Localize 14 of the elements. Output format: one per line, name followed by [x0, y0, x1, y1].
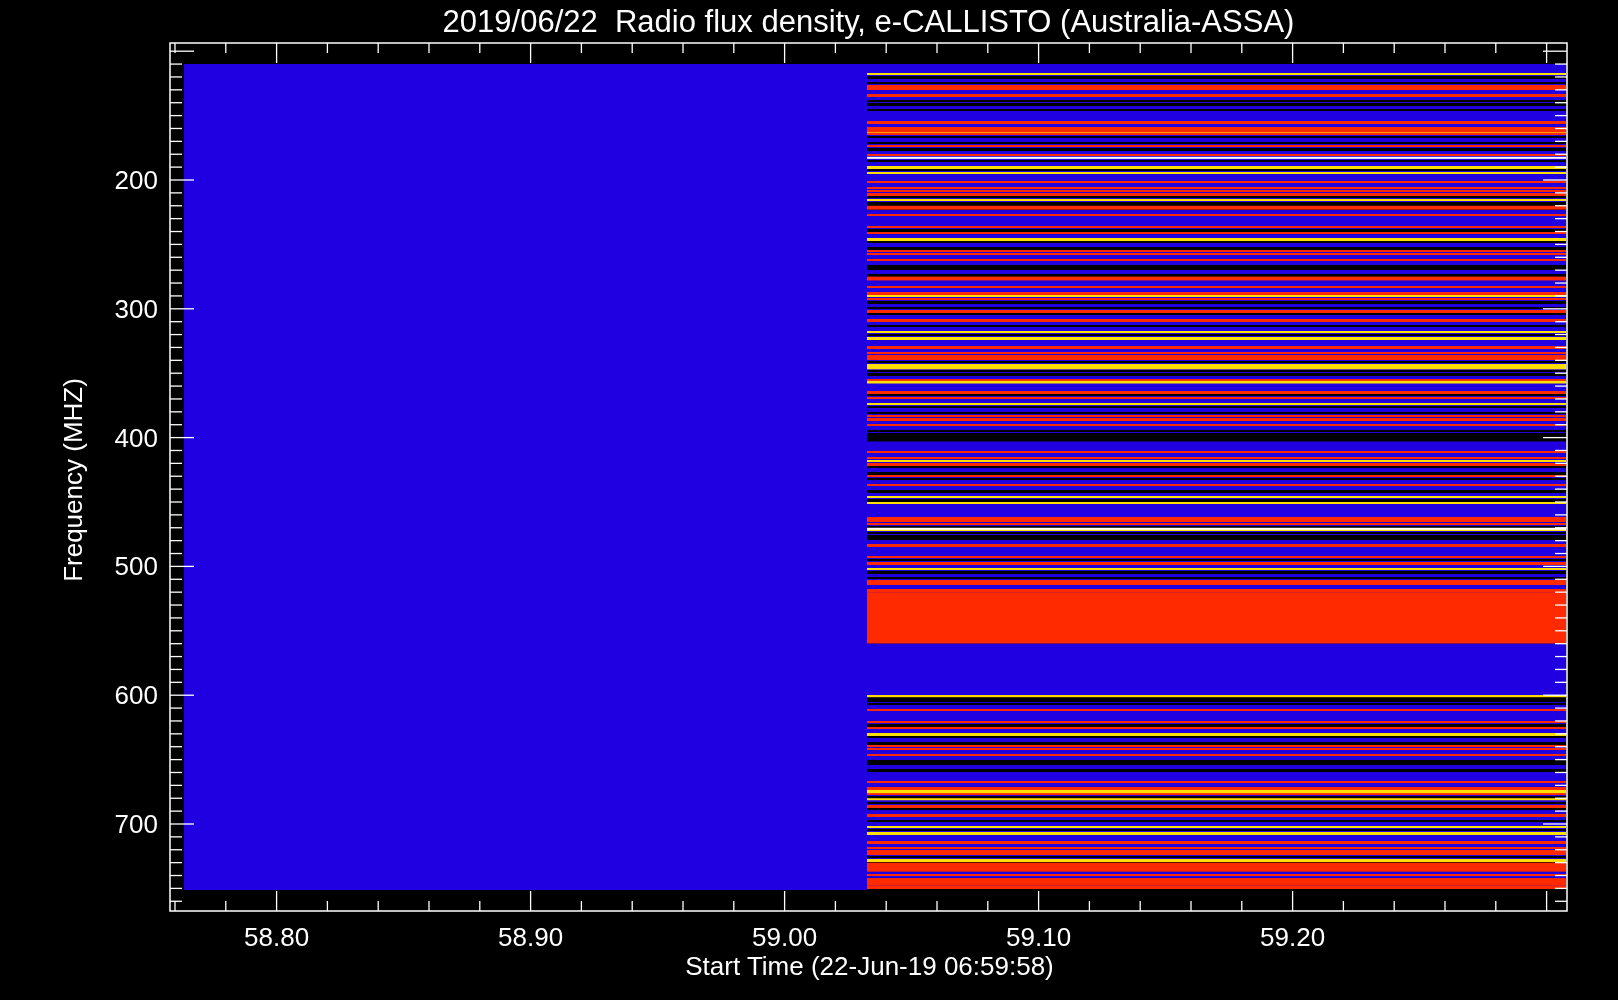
y-tick-label: 200 — [114, 165, 158, 195]
x-tick-label: 59.10 — [1006, 922, 1072, 952]
chart-title: 2019/06/22 Radio flux density, e-CALLISTO (Australia-ASSA) — [442, 4, 1295, 39]
x-axis-label: Start Time (22-Jun-19 06:59:58) — [685, 951, 1054, 981]
y-tick-label: 400 — [114, 422, 158, 453]
y-axis-label: Frequency (MHZ) — [58, 378, 88, 582]
y-tick-label: 700 — [114, 809, 158, 839]
x-tick-label: 59.20 — [1260, 922, 1326, 952]
x-tick-label: 58.80 — [244, 922, 310, 952]
y-tick-label: 500 — [114, 551, 158, 582]
x-tick-label: 58.90 — [498, 922, 564, 952]
y-tick-label: 600 — [114, 680, 158, 711]
y-tick-label: 300 — [114, 293, 158, 324]
x-tick-label: 59.00 — [752, 922, 818, 952]
